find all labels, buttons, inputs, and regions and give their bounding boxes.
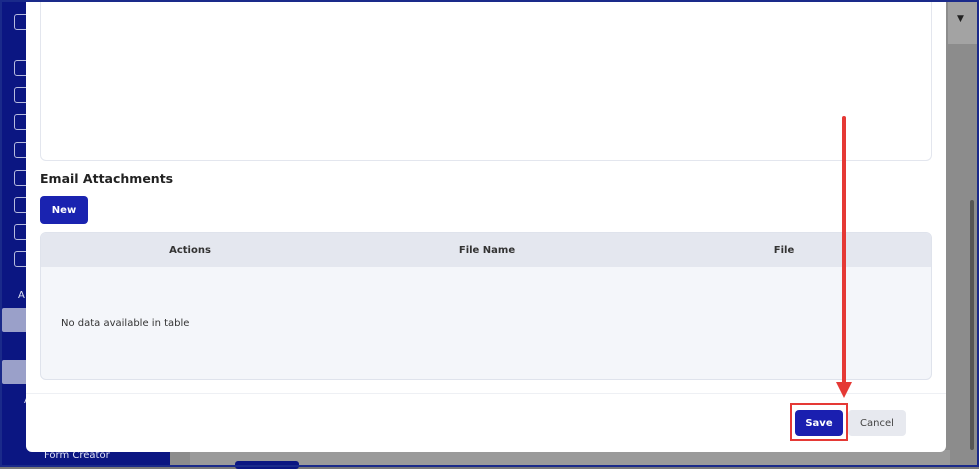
attachments-title: Email Attachments [40, 171, 174, 186]
email-template-modal: ( ) ( ) Email Attachments New Actions Fi… [26, 0, 946, 452]
table-header: Actions File Name File [41, 233, 931, 267]
email-body-editor[interactable]: ( ) ( ) [40, 0, 932, 161]
page-scrollbar[interactable] [970, 200, 974, 450]
attachments-table: Actions File Name File No data available… [40, 232, 932, 380]
cancel-button[interactable]: Cancel [848, 410, 906, 436]
footer-divider [26, 393, 946, 394]
app-topbar-menu[interactable]: ▼ [948, 0, 979, 44]
save-button[interactable]: Save [795, 410, 843, 436]
sidebar-active-item[interactable] [2, 308, 28, 332]
column-header-file[interactable]: File [635, 233, 931, 267]
app-bottom-strip [190, 450, 950, 469]
new-attachment-button[interactable]: New [40, 196, 88, 224]
bottom-tab[interactable] [235, 461, 299, 469]
sidebar-active-item-secondary[interactable] [2, 360, 28, 384]
editor-text: ( ) ( ) [55, 0, 78, 4]
column-header-actions[interactable]: Actions [41, 233, 339, 267]
sidebar-section-label: A [18, 290, 25, 301]
dropdown-caret-icon: ▼ [957, 14, 964, 24]
empty-table-message: No data available in table [61, 318, 190, 329]
column-header-file-name[interactable]: File Name [339, 233, 635, 267]
